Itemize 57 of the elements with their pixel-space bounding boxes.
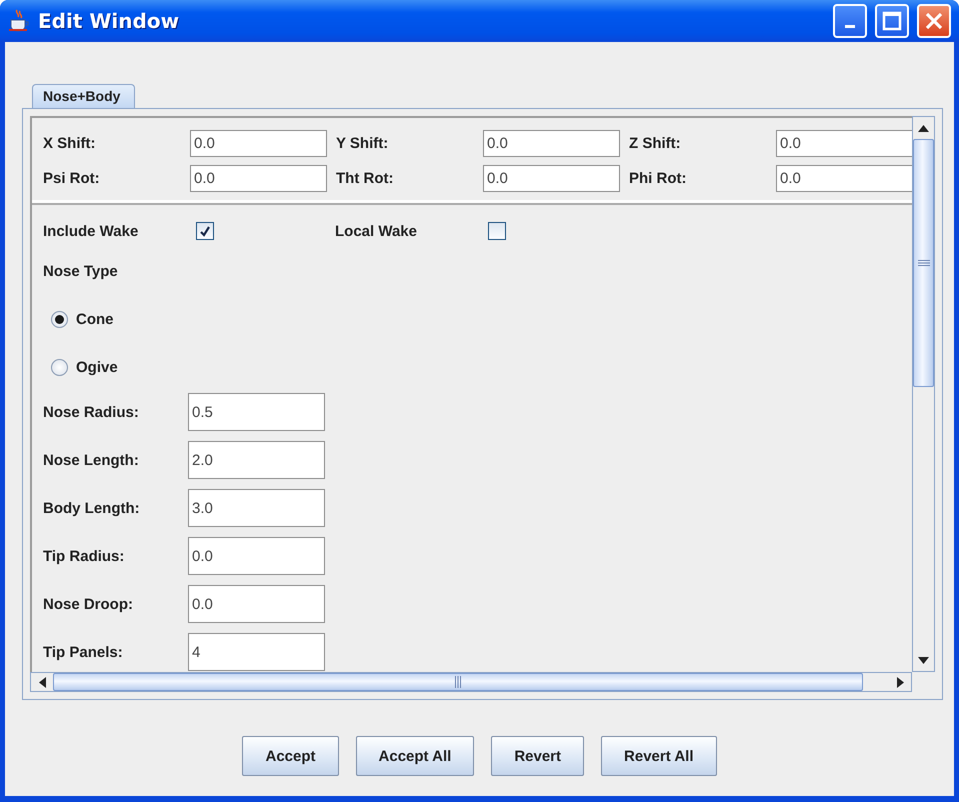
input-field[interactable]: 0.0	[483, 165, 620, 192]
scroll-thumb[interactable]	[53, 673, 863, 691]
up-arrow-icon[interactable]	[918, 124, 929, 132]
input-field[interactable]: 4	[188, 633, 325, 671]
dialog-button[interactable]: Accept All	[356, 736, 474, 776]
dialog-button[interactable]: Revert	[491, 736, 584, 776]
field-label: Psi Rot:	[43, 170, 101, 187]
down-arrow-icon[interactable]	[918, 656, 929, 664]
input-field[interactable]: 0.0	[190, 165, 327, 192]
scroll-thumb[interactable]	[913, 139, 934, 387]
input-field[interactable]: 0.0	[190, 130, 327, 157]
field-label: X Shift:	[43, 135, 96, 152]
input-field[interactable]: 0.0	[776, 130, 912, 157]
left-arrow-icon[interactable]	[38, 676, 46, 688]
tab[interactable]: Nose+Body	[32, 84, 136, 109]
field-label: Tht Rot:	[336, 170, 394, 187]
input-field[interactable]: 0.0	[483, 130, 620, 157]
field-label: Nose Length:	[43, 452, 140, 468]
field-label: Phi Rot:	[629, 170, 688, 187]
input-field[interactable]: 0.5	[188, 393, 325, 431]
field-label: Tip Radius:	[43, 548, 126, 564]
minimize-icon	[845, 24, 855, 28]
close-button[interactable]	[917, 4, 951, 38]
minimize-button[interactable]	[833, 4, 867, 38]
dialog-button[interactable]: Accept	[242, 736, 339, 776]
right-arrow-icon[interactable]	[896, 676, 904, 688]
radio-button[interactable]	[51, 310, 68, 328]
radio-label: Cone	[76, 310, 114, 328]
maximize-icon	[882, 11, 902, 31]
field-label: Body Length:	[43, 500, 141, 516]
radio-label: Ogive	[76, 358, 118, 376]
maximize-button[interactable]	[875, 4, 909, 38]
horizontal-scrollbar[interactable]	[30, 672, 912, 692]
vertical-scrollbar[interactable]	[912, 116, 935, 672]
input-field[interactable]: 3.0	[188, 489, 325, 527]
grip-icon	[455, 676, 461, 688]
field-label: Nose Droop:	[43, 596, 134, 612]
field-label: Tip Panels:	[43, 644, 124, 660]
checkbox[interactable]	[196, 222, 214, 240]
input-field[interactable]: 2.0	[188, 441, 325, 479]
field-label: Nose Radius:	[43, 404, 140, 420]
input-field[interactable]: 0.0	[188, 537, 325, 575]
input-field[interactable]: 0.0	[188, 585, 325, 623]
input-field[interactable]: 0.0	[776, 165, 912, 192]
field-label: Z Shift:	[629, 135, 682, 152]
field-label: Y Shift:	[336, 135, 390, 152]
checkbox[interactable]	[488, 222, 506, 240]
cup-icon	[8, 9, 30, 33]
group-label: Nose Type	[43, 262, 118, 280]
close-icon	[924, 11, 944, 31]
window-title: Edit Window	[38, 9, 180, 33]
checkbox-label: Local Wake	[335, 222, 418, 240]
check-icon	[199, 225, 211, 237]
grip-icon	[918, 260, 930, 266]
dialog-button[interactable]: Revert All	[601, 736, 716, 776]
radio-button[interactable]	[51, 358, 68, 376]
checkbox-label: Include Wake	[43, 222, 140, 240]
